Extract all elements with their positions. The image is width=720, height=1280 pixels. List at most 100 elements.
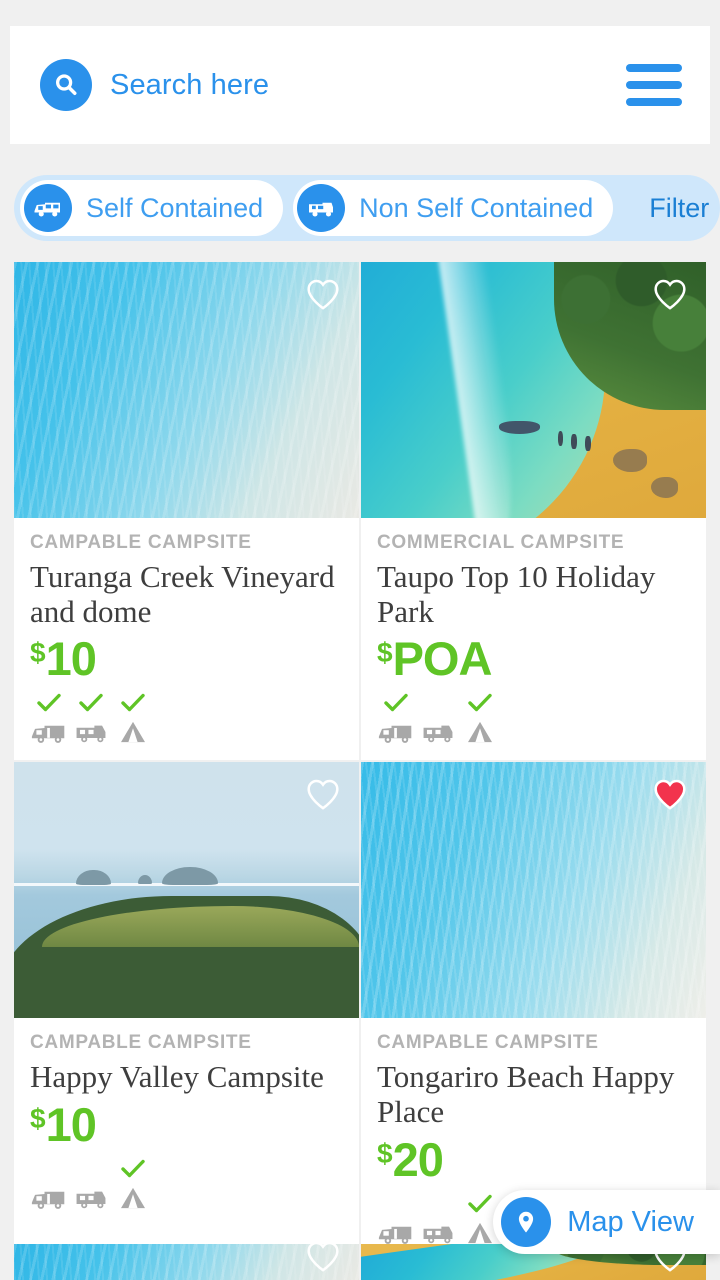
search-input[interactable]: Search here — [40, 59, 626, 111]
listing-photo[interactable] — [361, 262, 706, 518]
listing-photo[interactable] — [14, 762, 359, 1019]
listing-grid: CAMPABLE CAMPSITE Turanga Creek Vineyard… — [14, 262, 706, 1261]
tent-icon — [466, 1215, 494, 1245]
listing-photo[interactable] — [14, 262, 359, 518]
price-amount: 20 — [392, 1132, 444, 1186]
heart-outline-icon[interactable] — [650, 274, 690, 314]
listing-price: $ 20 — [377, 1136, 690, 1183]
filter-button[interactable]: Filter — [623, 193, 720, 224]
amenity-motorhome — [377, 1193, 415, 1245]
listing-card[interactable]: CAMPABLE CAMPSITE Tongariro Beach Happy … — [361, 762, 706, 1261]
motorhome-icon — [31, 1180, 67, 1210]
map-pin-icon — [501, 1197, 552, 1247]
amenity-campervan — [72, 1158, 110, 1210]
check-icon — [468, 1193, 492, 1215]
listing-category: COMMERCIAL CAMPSITE — [377, 532, 625, 553]
currency-symbol: $ — [377, 637, 393, 669]
listing-category: CAMPABLE CAMPSITE — [30, 1032, 252, 1054]
filter-pill-non-self-contained[interactable]: Non Self Contained — [293, 180, 614, 236]
heart-filled-icon[interactable] — [650, 774, 690, 814]
search-bar: Search here — [10, 26, 710, 144]
tent-icon — [466, 714, 494, 744]
check-icon — [121, 692, 145, 714]
filter-pill-label: Non Self Contained — [359, 192, 594, 223]
photo-rock — [612, 448, 648, 472]
photo-boat — [499, 420, 541, 434]
map-view-button[interactable]: Map View — [493, 1190, 720, 1254]
hamburger-menu-icon[interactable] — [626, 64, 682, 106]
map-view-label: Map View — [567, 1205, 694, 1238]
hamburger-bar — [626, 81, 682, 89]
campervan-icon — [421, 1215, 455, 1245]
listing-photo[interactable] — [14, 1244, 359, 1280]
photo-rock — [650, 477, 679, 498]
check-icon — [79, 692, 103, 714]
price-amount: 10 — [45, 632, 97, 686]
campervan-icon — [297, 184, 346, 232]
amenity-motorhome — [30, 1158, 68, 1210]
amenity-row — [30, 692, 343, 744]
listing-details: CAMPABLE CAMPSITE Turanga Creek Vineyard… — [14, 518, 359, 760]
photo-island — [138, 875, 152, 885]
listing-title: Tongariro Beach Happy Place — [377, 1059, 675, 1130]
listing-category: CAMPABLE CAMPSITE — [377, 1032, 599, 1054]
listing-price: $ POA — [377, 635, 690, 682]
hamburger-bar — [626, 98, 682, 106]
photo-person — [585, 436, 591, 452]
hamburger-bar — [626, 64, 682, 72]
campervan-icon — [421, 714, 455, 744]
motorhome-icon — [31, 714, 67, 744]
listing-title: Happy Valley Campsite — [30, 1059, 324, 1095]
amenity-motorhome — [30, 692, 68, 744]
photo-island — [162, 867, 218, 886]
photo-person — [557, 430, 564, 447]
tent-icon — [119, 1180, 147, 1210]
amenity-tent — [461, 692, 499, 744]
filter-pill-self-contained[interactable]: Self Contained — [20, 180, 284, 236]
search-placeholder-text: Search here — [110, 68, 270, 101]
listing-category: CAMPABLE CAMPSITE — [30, 532, 252, 553]
photo-person — [571, 433, 577, 449]
campervan-icon — [74, 714, 108, 744]
listing-details: CAMPABLE CAMPSITE Happy Valley Campsite … — [14, 1018, 359, 1226]
motorhome-icon — [378, 1215, 414, 1245]
amenity-campervan — [419, 1193, 457, 1245]
listing-card[interactable]: CAMPABLE CAMPSITE Happy Valley Campsite … — [14, 762, 359, 1261]
check-icon — [384, 692, 408, 714]
search-icon[interactable] — [40, 59, 92, 111]
currency-symbol: $ — [377, 1137, 393, 1169]
price-amount: 10 — [45, 1098, 97, 1152]
listing-card[interactable]: CAMPABLE CAMPSITE Turanga Creek Vineyard… — [14, 262, 359, 761]
check-icon — [468, 692, 492, 714]
listing-price: $ 10 — [30, 1101, 343, 1148]
amenity-row — [30, 1158, 343, 1210]
amenity-tent — [114, 692, 152, 744]
check-icon — [121, 1158, 145, 1180]
listing-price: $ 10 — [30, 635, 343, 682]
filter-pill-label: Self Contained — [86, 192, 264, 223]
heart-outline-icon[interactable] — [303, 774, 343, 814]
filter-pill-row[interactable]: Self Contained Non Self Contained Filter — [14, 175, 720, 241]
listing-title: Taupo Top 10 Holiday Park — [377, 559, 656, 629]
listing-details: COMMERCIAL CAMPSITE Taupo Top 10 Holiday… — [361, 518, 706, 760]
amenity-tent — [114, 1158, 152, 1210]
listing-title: Turanga Creek Vineyard and dome — [30, 559, 335, 629]
listing-photo[interactable] — [361, 762, 706, 1019]
campervan-icon — [74, 1180, 108, 1210]
photo-island — [76, 869, 111, 886]
check-icon — [37, 692, 61, 714]
price-amount: POA — [392, 632, 493, 686]
heart-outline-icon[interactable] — [303, 1244, 343, 1276]
listing-card[interactable]: COMMERCIAL CAMPSITE Taupo Top 10 Holiday… — [361, 262, 706, 761]
tent-icon — [119, 714, 147, 744]
currency-symbol: $ — [30, 1103, 46, 1135]
heart-outline-icon[interactable] — [303, 274, 343, 314]
amenity-motorhome — [377, 692, 415, 744]
motorhome-icon — [378, 714, 414, 744]
currency-symbol: $ — [30, 637, 46, 669]
amenity-campervan — [419, 692, 457, 744]
motorhome-icon — [24, 184, 72, 232]
app-root: Search here Self Contained Non Self Cont… — [0, 0, 720, 1280]
amenity-row — [377, 692, 690, 744]
amenity-campervan — [72, 692, 110, 744]
